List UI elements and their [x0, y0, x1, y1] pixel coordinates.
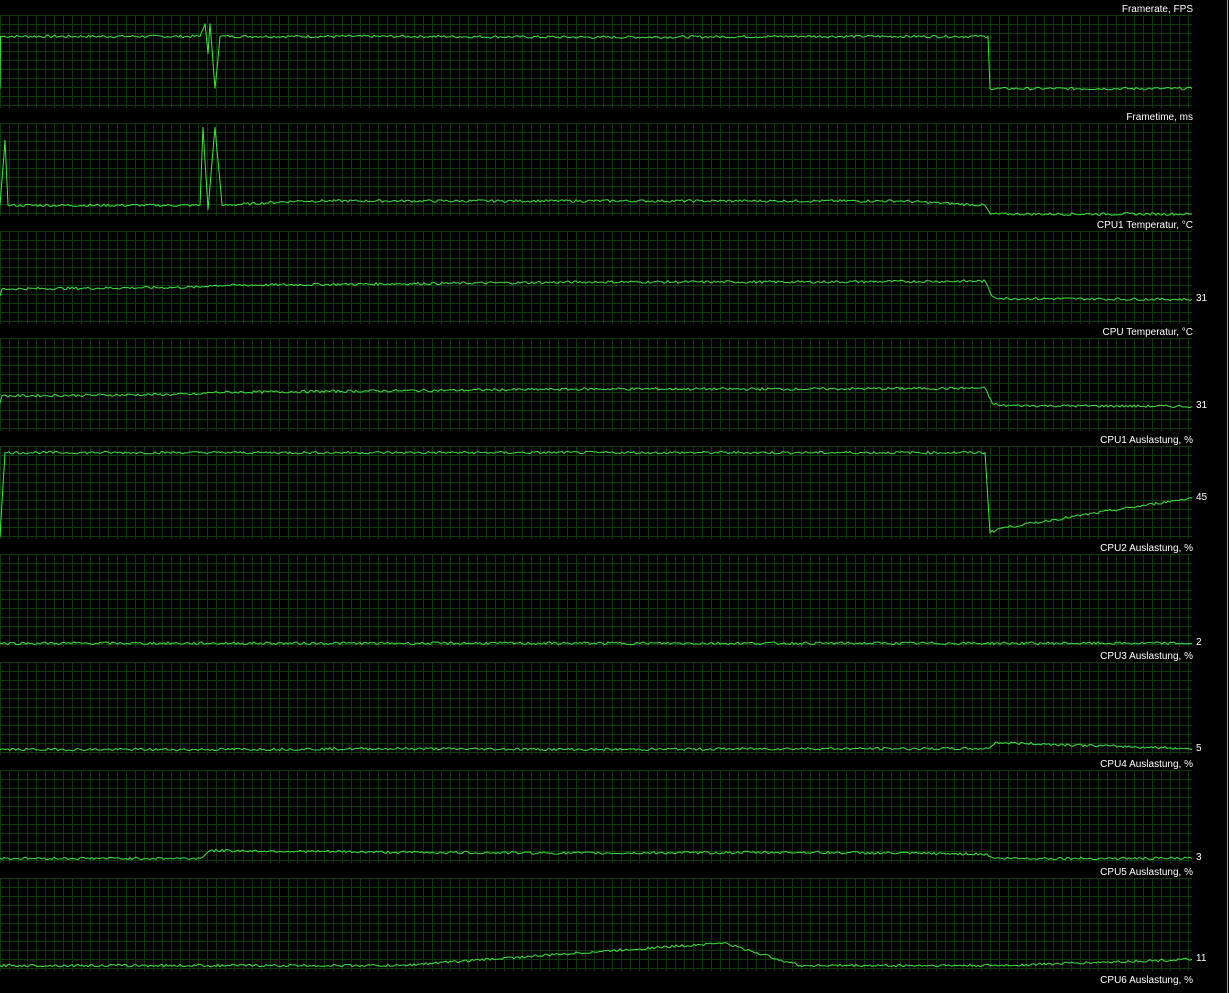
graph-title: CPU5 Auslastung, %	[1100, 867, 1193, 878]
graph-panel: CPU Temperatur, °C 31	[0, 323, 1229, 431]
grid	[0, 446, 1192, 539]
grid	[0, 231, 1192, 324]
graph-panel: CPU2 Auslastung, % 2	[0, 539, 1229, 648]
graph-panel: CPU3 Auslastung, % 5	[0, 647, 1229, 755]
graph-panel: CPU1 Temperatur, °C 31	[0, 216, 1229, 324]
grid	[0, 554, 1192, 647]
graph-panel: Frametime, ms	[0, 108, 1229, 216]
graph-title: CPU1 Auslastung, %	[1100, 435, 1193, 446]
graph-panel: CPU4 Auslastung, % 3	[0, 755, 1229, 863]
graph-plot	[0, 338, 1192, 431]
graph-plot	[0, 123, 1192, 216]
grid	[0, 878, 1192, 971]
series-line	[0, 848, 1192, 861]
graph-plot	[0, 15, 1192, 108]
window-edge	[1227, 0, 1228, 993]
series-line	[0, 386, 1192, 409]
graph-panel: Framerate, FPS	[0, 0, 1229, 108]
graph-plot	[0, 662, 1192, 755]
graph-plot	[0, 554, 1192, 647]
grid	[0, 123, 1192, 216]
grid	[0, 770, 1192, 863]
current-value-label: 3	[1196, 852, 1202, 864]
graph-title: CPU6 Auslastung, %	[1100, 975, 1193, 986]
graph-title: CPU Temperatur, °C	[1102, 327, 1193, 338]
series-line	[0, 279, 1192, 302]
series-line	[0, 942, 1192, 968]
graph-plot	[0, 446, 1192, 539]
grid	[0, 662, 1192, 755]
graph-title: CPU2 Auslastung, %	[1100, 543, 1193, 554]
graph-plot	[0, 770, 1192, 863]
current-value-label: 31	[1196, 400, 1208, 412]
graph-title: CPU4 Auslastung, %	[1100, 759, 1193, 770]
current-value-label: 5	[1196, 742, 1202, 754]
graph-panel: CPU1 Auslastung, % 45	[0, 431, 1229, 539]
graph-plot	[0, 231, 1192, 324]
current-value-label: 11	[1196, 953, 1207, 965]
graph-plot	[0, 878, 1192, 971]
graph-panel: CPU6 Auslastung, %	[0, 971, 1229, 993]
graph-title: CPU1 Temperatur, °C	[1096, 220, 1193, 231]
graph-title: Frametime, ms	[1126, 112, 1193, 123]
graph-title: Framerate, FPS	[1121, 4, 1193, 15]
series-line	[0, 126, 1192, 216]
graph-title: CPU3 Auslastung, %	[1100, 651, 1193, 662]
grid	[0, 15, 1192, 108]
grid	[0, 338, 1192, 431]
current-value-label: 45	[1196, 491, 1208, 503]
current-value-label: 31	[1196, 293, 1208, 305]
graph-panel: CPU5 Auslastung, % 11	[0, 863, 1229, 971]
monitoring-graphs: Framerate, FPS Frametime, ms CPU1 Temperat…	[0, 0, 1229, 993]
